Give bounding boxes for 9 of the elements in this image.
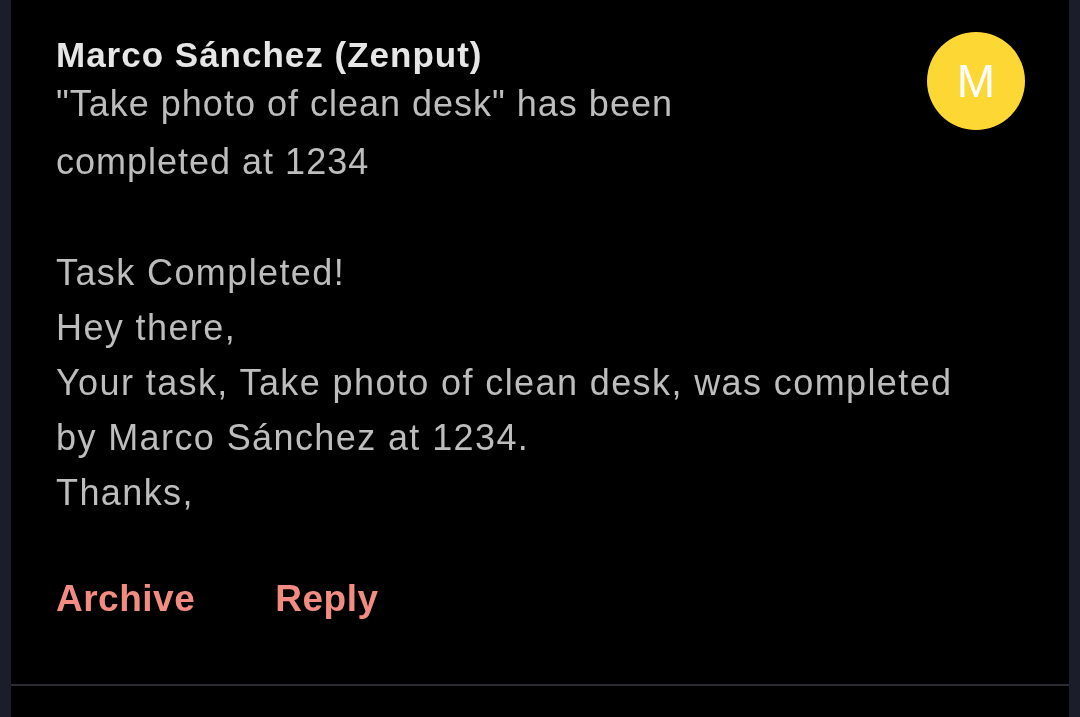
action-button[interactable]: Reply: [275, 574, 379, 624]
body-text: Your task, Take photo of clean desk, was completed by Marco Sánchez at 1234.: [56, 361, 954, 460]
sender-name: Marco Sánchez (Zenput): [56, 35, 484, 75]
avatar: M: [927, 32, 1025, 130]
action-button[interactable]: Archive: [56, 574, 196, 624]
body-text: Thanks,: [56, 471, 195, 515]
body-text: Task Completed!: [56, 251, 347, 295]
subject-text: "Take photo of clean desk" has been completed at 1234: [56, 82, 674, 184]
body-text: Hey there,: [56, 306, 238, 350]
